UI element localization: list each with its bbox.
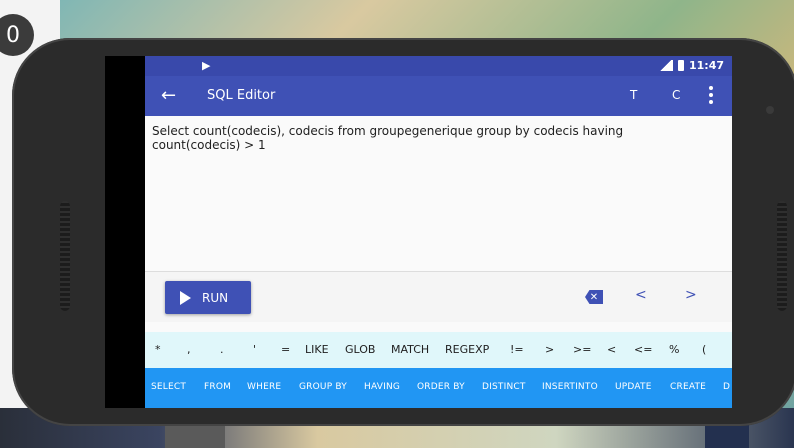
cursor-left-button[interactable]: < bbox=[635, 287, 647, 303]
operator-button[interactable]: GLOB bbox=[345, 343, 375, 356]
keyword-button[interactable]: SELECT bbox=[151, 382, 186, 392]
operator-button[interactable]: ' bbox=[253, 343, 256, 356]
keyword-button[interactable]: CREATE bbox=[670, 382, 706, 392]
keyword-button[interactable]: DISTINCT bbox=[482, 382, 526, 392]
action-bar: RUN ✕ < > bbox=[145, 272, 732, 322]
operator-button[interactable]: . bbox=[220, 343, 224, 356]
operator-bar: * , . ' = LIKE GLOB MATCH REGEXP != > >=… bbox=[145, 332, 732, 368]
status-bar: ▶ 11:47 bbox=[145, 56, 732, 76]
screen-black-inset bbox=[105, 56, 145, 408]
sql-query-editor[interactable]: Select count(codecis), codecis from grou… bbox=[145, 116, 732, 272]
run-button[interactable]: RUN bbox=[165, 281, 251, 314]
operator-button[interactable]: * bbox=[155, 343, 161, 356]
keyword-button[interactable]: UPDATE bbox=[615, 382, 652, 392]
operator-button[interactable]: REGEXP bbox=[445, 343, 489, 356]
operator-button[interactable]: < bbox=[607, 343, 616, 356]
status-time: 11:47 bbox=[688, 59, 724, 72]
operator-button[interactable]: = bbox=[281, 343, 290, 356]
keyword-button[interactable]: D bbox=[723, 382, 730, 392]
cursor-right-button[interactable]: > bbox=[685, 287, 697, 303]
operator-button[interactable]: ( bbox=[702, 343, 706, 356]
operator-button[interactable]: % bbox=[669, 343, 679, 356]
toolbar-c-button[interactable]: C bbox=[672, 88, 680, 102]
operator-button[interactable]: , bbox=[187, 343, 191, 356]
operator-button[interactable]: LIKE bbox=[305, 343, 329, 356]
app-toolbar: ← SQL Editor T C bbox=[145, 76, 732, 116]
keyword-bar: SELECT FROM WHERE GROUP BY HAVING ORDER … bbox=[145, 368, 732, 408]
signal-icon bbox=[658, 60, 673, 71]
run-button-label: RUN bbox=[202, 290, 229, 305]
keyword-button[interactable]: ORDER BY bbox=[417, 382, 465, 392]
keyword-button[interactable]: FROM bbox=[204, 382, 231, 392]
phone-speaker-left bbox=[60, 201, 70, 311]
phone-screen: ▶ 11:47 ← SQL Editor T C Select count(co… bbox=[105, 56, 732, 408]
keyword-button[interactable]: HAVING bbox=[364, 382, 400, 392]
keyword-button[interactable]: GROUP BY bbox=[299, 382, 347, 392]
battery-icon bbox=[677, 60, 684, 71]
operator-button[interactable]: >= bbox=[573, 343, 591, 356]
sql-editor-app: ▶ 11:47 ← SQL Editor T C Select count(co… bbox=[145, 56, 732, 408]
toolbar-t-button[interactable]: T bbox=[630, 88, 637, 102]
status-right-group: 11:47 bbox=[658, 59, 724, 72]
more-vert-icon[interactable] bbox=[709, 86, 713, 104]
operator-button[interactable]: <= bbox=[634, 343, 652, 356]
phone-camera bbox=[766, 106, 774, 114]
operator-button[interactable]: MATCH bbox=[391, 343, 429, 356]
keyword-button[interactable]: INSERTINTO bbox=[542, 382, 598, 392]
play-store-notification-icon: ▶ bbox=[202, 59, 211, 72]
operator-button[interactable]: != bbox=[510, 343, 524, 356]
phone-speaker-right bbox=[777, 201, 787, 311]
back-arrow-icon[interactable]: ← bbox=[161, 85, 176, 106]
sql-query-text[interactable]: Select count(codecis), codecis from grou… bbox=[152, 124, 712, 152]
backspace-icon[interactable]: ✕ bbox=[585, 290, 603, 304]
operator-button[interactable]: > bbox=[545, 343, 554, 356]
keyword-button[interactable]: WHERE bbox=[247, 382, 281, 392]
page-title: SQL Editor bbox=[207, 88, 276, 103]
play-icon bbox=[180, 290, 191, 305]
